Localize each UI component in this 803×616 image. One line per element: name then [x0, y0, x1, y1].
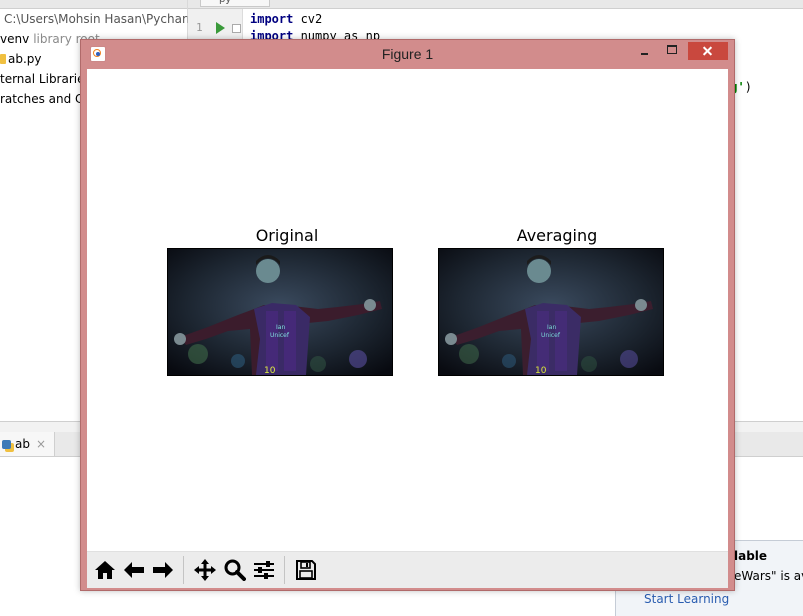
tree-item-file[interactable]: ab.py — [0, 49, 42, 69]
fold-icon[interactable] — [232, 24, 241, 33]
svg-text:Ian: Ian — [276, 324, 285, 331]
close-tab-icon[interactable]: × — [36, 437, 46, 451]
figure-canvas[interactable]: Original Averaging Ian Unicef 10 Ian Uni… — [87, 69, 728, 551]
project-panel-header — [0, 0, 187, 9]
minimize-button[interactable] — [637, 42, 653, 60]
run-tab-ab[interactable]: ab × — [0, 432, 56, 456]
tree-item-scratches[interactable]: ratches and Co — [0, 89, 91, 109]
save-icon[interactable] — [292, 557, 320, 583]
tree-item-external-libraries[interactable]: ternal Libraries — [0, 69, 91, 89]
close-button[interactable] — [688, 42, 728, 60]
subplot-title-averaging: Averaging — [516, 226, 598, 245]
python-file-icon — [0, 54, 6, 64]
configure-subplots-icon[interactable] — [250, 557, 278, 583]
editor-tab-bar: py — [188, 0, 803, 9]
run-gutter-icon[interactable] — [216, 22, 225, 34]
pan-icon[interactable] — [191, 557, 219, 583]
file-label: ab.py — [8, 52, 42, 66]
maximize-button[interactable] — [664, 42, 680, 60]
original-image: Ian Unicef 10 — [167, 248, 393, 376]
svg-text:Ian: Ian — [547, 324, 556, 331]
toolbar-separator — [284, 556, 285, 584]
window-titlebar[interactable]: Figure 1 — [81, 40, 734, 68]
code-paren: ) — [744, 80, 752, 94]
keyword: import — [250, 12, 294, 26]
code-line: import cv2 — [250, 12, 322, 26]
averaging-image: Ian Unicef 10 — [438, 248, 664, 376]
project-root-path[interactable]: C:\Users\Mohsin Hasan\PycharmP — [4, 9, 206, 29]
run-tab-label: ab — [15, 437, 30, 451]
notification-title: lable — [734, 549, 768, 563]
back-arrow-icon[interactable] — [120, 557, 148, 583]
code-text: cv2 — [293, 12, 323, 26]
svg-text:Unicef: Unicef — [541, 332, 561, 339]
forward-arrow-icon[interactable] — [149, 557, 177, 583]
venv-label: venv — [0, 32, 30, 46]
home-icon[interactable] — [91, 557, 119, 583]
figure-window[interactable]: Figure 1 Original Averaging Ian Unicef 1… — [80, 39, 735, 591]
python-icon — [2, 440, 11, 449]
svg-text:10: 10 — [535, 366, 547, 375]
toolbar-separator — [183, 556, 184, 584]
line-number: 1 — [196, 21, 203, 34]
editor-tab[interactable]: py — [200, 0, 270, 7]
svg-text:10: 10 — [264, 366, 276, 375]
notification-text: eWars" is ava — [734, 569, 803, 583]
subplot-title-original: Original — [255, 226, 319, 245]
navigation-toolbar — [87, 551, 728, 588]
start-learning-link[interactable]: Start Learning — [644, 592, 729, 606]
zoom-icon[interactable] — [221, 557, 249, 583]
svg-text:Unicef: Unicef — [270, 332, 290, 339]
